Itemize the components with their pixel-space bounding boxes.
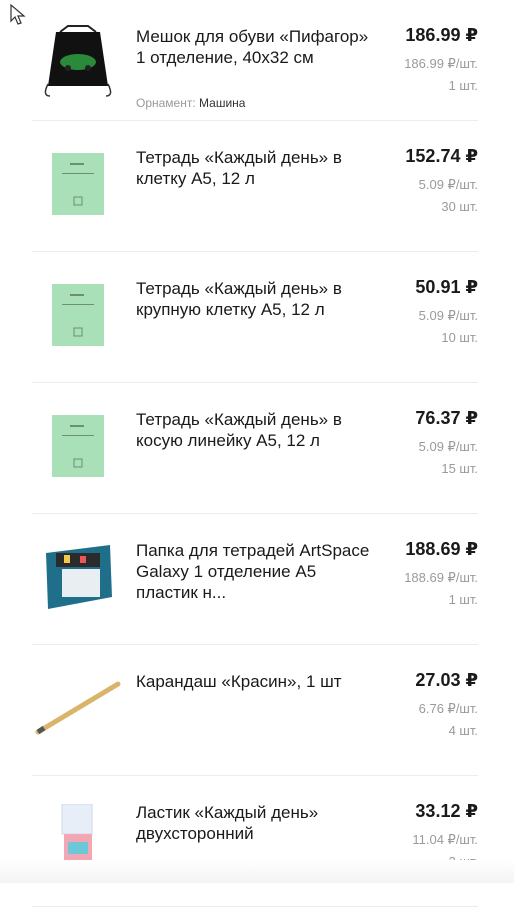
unit-price: 6.76 ₽/шт.: [418, 701, 478, 716]
notebook-icon: [32, 401, 124, 491]
item-quantity: 4 шт.: [448, 723, 478, 738]
item-price: 152.74 ₽: [405, 146, 478, 166]
list-item[interactable]: Ластик «Каждый день» двухсторонний 33.12…: [32, 776, 478, 907]
unit-price: 186.99 ₽/шт.: [404, 56, 478, 71]
list-item[interactable]: Тетрадь «Каждый день» в косую линейку А5…: [32, 383, 478, 514]
notebook-icon: [32, 139, 124, 229]
bag-icon: [32, 18, 124, 108]
item-quantity: 15 шт.: [441, 461, 478, 476]
item-quantity: 10 шт.: [441, 330, 478, 345]
item-quantity: 1 шт.: [448, 78, 478, 93]
item-title: Тетрадь «Каждый день» в косую линейку А5…: [136, 410, 342, 450]
list-item[interactable]: Тетрадь «Каждый день» в клетку А5, 12 л …: [32, 121, 478, 252]
item-price: 186.99 ₽: [405, 25, 478, 45]
item-title: Тетрадь «Каждый день» в крупную клетку А…: [136, 279, 342, 319]
unit-price: 5.09 ₽/шт.: [418, 308, 478, 323]
item-quantity: 30 шт.: [441, 199, 478, 214]
attribute-value: Машина: [199, 96, 246, 110]
item-title: Тетрадь «Каждый день» в клетку А5, 12 л: [136, 148, 342, 188]
folder-icon: [32, 532, 124, 622]
pencil-icon: [32, 663, 124, 753]
unit-price: 188.69 ₽/шт.: [404, 570, 478, 585]
list-item[interactable]: Мешок для обуви «Пифагор» 1 отделение, 4…: [32, 0, 478, 121]
item-quantity: 1 шт.: [448, 592, 478, 607]
bottom-bar: [0, 860, 514, 883]
item-title: Папка для тетрадей ArtSpace Galaxy 1 отд…: [136, 541, 370, 602]
item-price: 50.91 ₽: [415, 277, 478, 297]
list-item[interactable]: Карандаш «Красин», 1 шт 27.03 ₽ 6.76 ₽/ш…: [32, 645, 478, 776]
cart-items-list: Мешок для обуви «Пифагор» 1 отделение, 4…: [0, 0, 514, 907]
item-title: Мешок для обуви «Пифагор» 1 отделение, 4…: [136, 27, 369, 67]
attribute-label: Орнамент:: [136, 96, 196, 110]
item-price: 27.03 ₽: [415, 670, 478, 690]
unit-price: 5.09 ₽/шт.: [418, 177, 478, 192]
list-item[interactable]: Папка для тетрадей ArtSpace Galaxy 1 отд…: [32, 514, 478, 645]
item-price: 33.12 ₽: [415, 801, 478, 821]
list-item[interactable]: Тетрадь «Каждый день» в крупную клетку А…: [32, 252, 478, 383]
item-title: Ластик «Каждый день» двухсторонний: [136, 803, 319, 843]
item-price: 188.69 ₽: [405, 539, 478, 559]
notebook-icon: [32, 270, 124, 360]
unit-price: 11.04 ₽/шт.: [412, 832, 478, 847]
item-attribute: Орнамент: Машина: [136, 96, 245, 110]
item-title: Карандаш «Красин», 1 шт: [136, 672, 342, 691]
item-price: 76.37 ₽: [415, 408, 478, 428]
unit-price: 5.09 ₽/шт.: [418, 439, 478, 454]
